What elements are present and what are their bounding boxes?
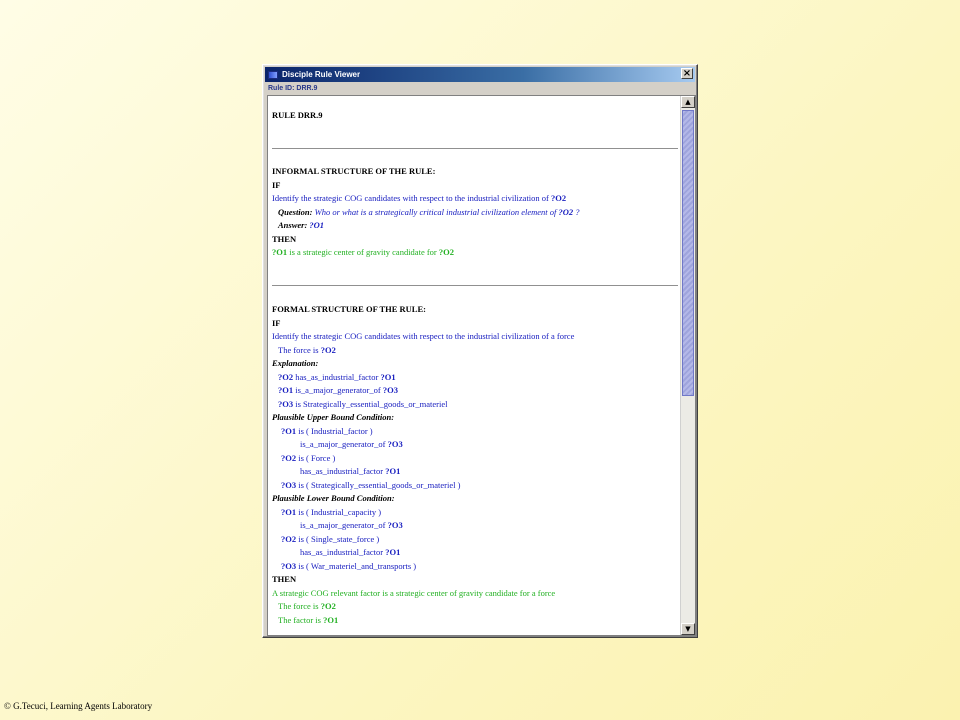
upper-bound-label: Plausible Upper Bound Condition: [272,412,395,422]
answer-label: Answer: [278,220,308,230]
question-label: Question: [278,207,313,217]
formal-conclusion: A strategic COG relevant factor is a str… [272,588,556,598]
informal-if: IF [272,180,281,190]
force-var: ?O2 [320,345,336,355]
upper-bound-line: ?O1 is ( Industrial_factor ) [281,426,373,436]
conclusion-var-2: ?O2 [438,247,455,257]
informal-question: Question: Who or what is a strategically… [278,207,580,218]
scroll-thumb[interactable] [682,110,694,396]
formal-force: The force is ?O2 [278,345,336,356]
upper-bound-line: has_as_industrial_factor ?O1 [300,466,401,476]
rule-text-area: RULE DRR.9 INFORMAL STRUCTURE OF THE RUL… [272,96,679,635]
upper-bound-line: is_a_major_generator_of ?O3 [300,439,403,449]
formal-conclusion-factor: The factor is ?O1 [278,615,339,625]
formal-then: THEN [272,574,297,584]
upper-bound-line: ?O2 is ( Force ) [281,453,336,463]
explanation-line: ?O2 has_as_industrial_factor ?O1 [278,372,396,382]
rule-content-pane[interactable]: RULE DRR.9 INFORMAL STRUCTURE OF THE RUL… [267,95,696,636]
conclusion-text: is a strategic center of gravity candida… [287,247,439,257]
informal-task-var: ?O2 [551,193,567,203]
formal-heading: FORMAL STRUCTURE OF THE RULE: [272,304,426,314]
lower-bound-line: ?O1 is ( Industrial_capacity ) [281,507,382,517]
lower-bound-label: Plausible Lower Bound Condition: [272,493,395,503]
separator [272,285,678,287]
rule-header: RULE DRR.9 [272,110,323,120]
formal-conclusion-force: The force is ?O2 [278,601,336,611]
separator [272,148,678,150]
scroll-up-button[interactable]: ▲ [681,96,695,108]
rule-id-label: Rule ID: DRR.9 [268,85,318,92]
informal-task-text: Identify the strategic COG candidates wi… [272,193,552,203]
lower-bound-line: ?O2 is ( Single_state_force ) [281,534,380,544]
answer-var: ?O1 [307,220,325,230]
formal-if: IF [272,318,281,328]
lower-bound-line: ?O3 is ( War_materiel_and_transports ) [281,561,417,571]
window-title: Disciple Rule Viewer [282,70,361,79]
conclusion-var: ?O1 [272,247,288,257]
lower-bound-line: is_a_major_generator_of ?O3 [300,520,403,530]
question-var: ?O2 [558,207,574,217]
close-button[interactable]: × [681,68,693,79]
scroll-down-button[interactable]: ▼ [681,623,695,635]
informal-heading: INFORMAL STRUCTURE OF THE RULE: [272,166,436,176]
lower-bound-line: has_as_industrial_factor ?O1 [300,547,401,557]
explanation-label: Explanation: [272,358,319,368]
explanation-line: ?O1 is_a_major_generator_of ?O3 [278,385,398,395]
formal-task: Identify the strategic COG candidates wi… [272,331,575,341]
informal-conclusion: ?O1 is a strategic center of gravity can… [272,247,454,258]
rule-viewer-window: Disciple Rule Viewer × Rule ID: DRR.9 RU… [262,64,698,638]
force-text: The force is [278,345,321,355]
informal-task: Identify the strategic COG candidates wi… [272,193,566,204]
question-text: Who or what is a strategically critical … [312,207,559,217]
question-end: ? [573,207,580,217]
app-icon [268,70,278,79]
informal-answer: Answer: ?O1 [278,220,324,231]
informal-then: THEN [272,234,297,244]
explanation-line: ?O3 is Strategically_essential_goods_or_… [278,399,448,409]
copyright-footer: © G.Tecuci, Learning Agents Laboratory [4,701,153,711]
upper-bound-line: ?O3 is ( Strategically_essential_goods_o… [281,480,461,490]
vertical-scrollbar[interactable]: ▲ ▼ [680,96,695,635]
title-bar[interactable]: Disciple Rule Viewer × [265,67,695,82]
